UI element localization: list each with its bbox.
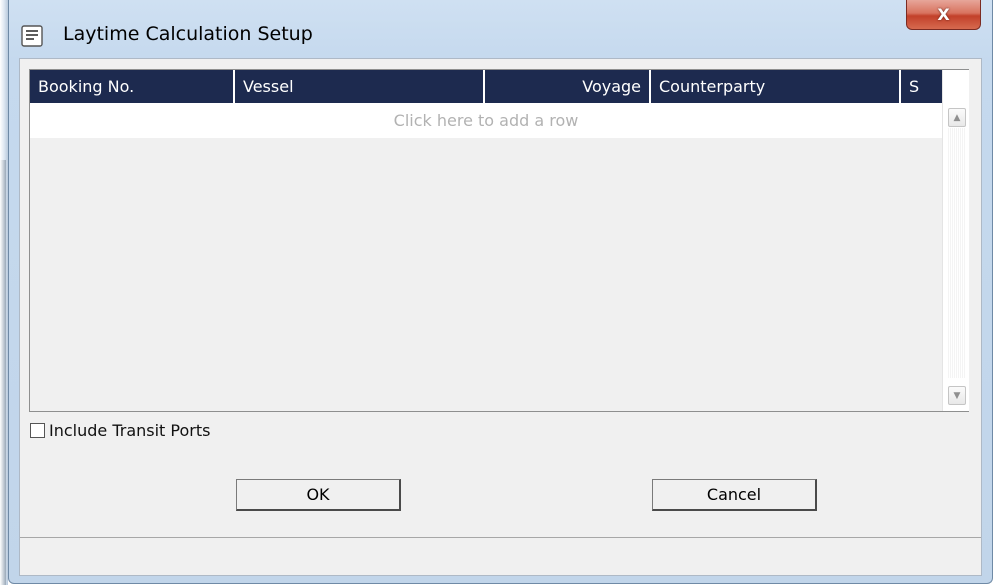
include-transit-ports-checkbox[interactable] <box>30 422 45 438</box>
close-icon: X <box>937 5 950 24</box>
window-title: Laytime Calculation Setup <box>63 23 313 45</box>
column-header-s[interactable]: S <box>901 70 942 103</box>
scroll-down-icon[interactable]: ▼ <box>948 386 966 405</box>
column-header-voyage[interactable]: Voyage <box>485 70 651 103</box>
add-row-button[interactable]: Click here to add a row <box>30 103 942 138</box>
booking-grid[interactable]: Booking No. Vessel Voyage Counterparty S… <box>29 69 969 412</box>
vertical-scrollbar[interactable]: ▲ ▼ <box>942 70 969 411</box>
status-bar <box>20 537 981 575</box>
dialog-window: Laytime Calculation Setup X Booking No. … <box>8 0 993 584</box>
scroll-track[interactable] <box>948 128 966 378</box>
title-bar: Laytime Calculation Setup X <box>9 0 992 62</box>
ok-button[interactable]: OK <box>236 479 401 511</box>
grid-header: Booking No. Vessel Voyage Counterparty S <box>30 70 942 103</box>
dialog-client-area: Booking No. Vessel Voyage Counterparty S… <box>19 58 982 576</box>
column-header-vessel[interactable]: Vessel <box>235 70 485 103</box>
include-transit-ports-label[interactable]: Include Transit Ports <box>49 421 210 440</box>
column-header-booking-no[interactable]: Booking No. <box>30 70 235 103</box>
scroll-up-icon[interactable]: ▲ <box>948 108 966 127</box>
grid-body <box>30 138 942 411</box>
document-icon <box>21 25 43 47</box>
column-header-counterparty[interactable]: Counterparty <box>651 70 901 103</box>
close-button[interactable]: X <box>906 0 981 30</box>
include-transit-ports-option[interactable]: Include Transit Ports <box>30 419 210 441</box>
background-window-edge <box>0 0 8 585</box>
cancel-button[interactable]: Cancel <box>652 479 817 511</box>
